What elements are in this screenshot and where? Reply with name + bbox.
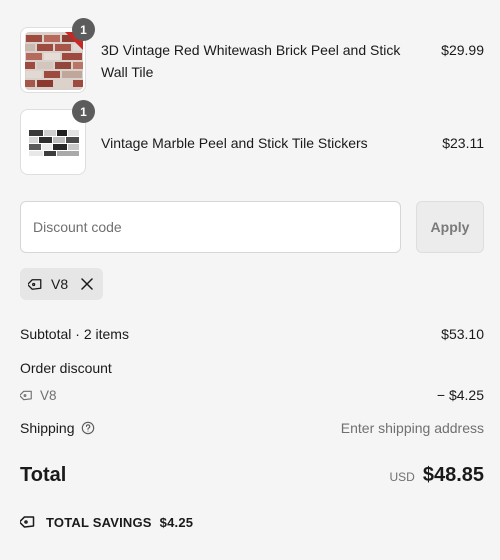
item-title: Vintage Marble Peel and Stick Tile Stick… [101, 135, 368, 151]
subtotal-value: $53.10 [441, 326, 484, 342]
item-title: 3D Vintage Red Whitewash Brick Peel and … [101, 42, 401, 80]
total-label: Total [20, 464, 67, 486]
savings-value: $4.25 [159, 514, 194, 530]
brick-tile-image [25, 32, 83, 90]
total-value: $48.85 [422, 464, 484, 486]
shipping-value: Enter shipping address [340, 420, 484, 436]
discount-code-text: V8 [40, 387, 57, 403]
item-price: $23.11 [442, 135, 484, 151]
help-circle-icon[interactable] [81, 421, 95, 435]
product-thumbnail: 1 [20, 100, 95, 175]
subtotal-label: Subtotal · 2 items [20, 326, 129, 342]
savings-label: TOTAL SAVINGS [46, 514, 152, 530]
shipping-label-wrap: Shipping [20, 418, 95, 438]
marble-tile-image [25, 114, 83, 172]
item-price: $29.99 [441, 42, 484, 58]
product-thumbnail: 1 [20, 18, 95, 93]
tag-icon [20, 388, 35, 403]
quantity-badge: 1 [72, 100, 95, 123]
order-discount-label: Order discount [20, 360, 112, 376]
total-amount: USD $48.85 [389, 464, 484, 487]
close-icon[interactable] [81, 278, 93, 290]
tag-icon [28, 276, 45, 293]
savings-tag-icon [20, 513, 38, 531]
total-savings: TOTAL SAVINGS $4.25 [20, 513, 193, 531]
shipping-label: Shipping [20, 420, 75, 436]
quantity-badge: 1 [72, 18, 95, 41]
currency-code: USD [389, 470, 415, 484]
apply-button[interactable]: Apply [416, 201, 484, 253]
discount-code-line: V8 [20, 385, 57, 405]
discount-code-input[interactable] [20, 201, 401, 253]
applied-discount-code: V8 [51, 276, 69, 292]
applied-discount-chip: V8 [20, 268, 103, 300]
discount-value: − $4.25 [436, 387, 484, 403]
